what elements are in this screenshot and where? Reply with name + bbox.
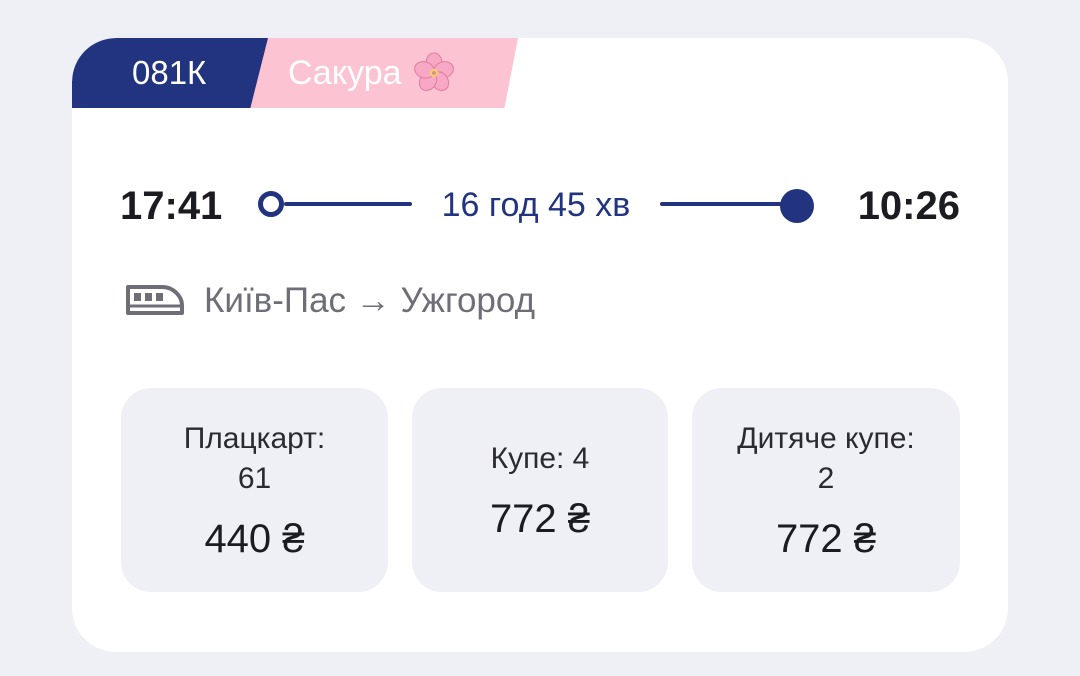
class-option-platskart[interactable]: Плацкарт: 61 440 ₴ [121,388,388,592]
train-tags: 081К Сакура [72,38,532,108]
train-number-badge: 081К [72,38,268,108]
timeline-segment-left [284,202,412,206]
cherry-blossom-icon [413,52,454,91]
class-price: 440 ₴ [204,516,305,561]
timeline-segment-right [660,202,784,206]
class-label: Купе: 4 [490,441,590,475]
train-name-badge: Сакура [248,38,518,108]
route-text: Київ-Пас → Ужгород [204,281,536,320]
class-price: 772 ₴ [489,496,591,541]
train-name: Сакура [288,53,402,92]
arrival-dot [780,189,814,223]
route-timeline: 16 год 45 хв [258,187,814,227]
route-stations: Київ-Пас → Ужгород [124,281,535,321]
train-icon [126,285,184,315]
arrival-time: 10:26 [857,184,960,228]
class-price: 772 ₴ [775,516,877,561]
train-card[interactable]: 081К Сакура 17:41 16 год 45 хв 10:26 Киї… [72,38,1008,652]
class-option-kupe[interactable]: Купе: 4 772 ₴ [412,388,668,592]
departure-dot [258,191,284,217]
class-option-kids-kupe[interactable]: Дитяче купе: 2 772 ₴ [692,388,960,592]
class-label: Дитяче купе: 2 [737,421,915,495]
trip-duration: 16 год 45 хв [441,186,631,224]
departure-time: 17:41 [120,184,223,228]
class-label: Плацкарт: 61 [183,421,326,495]
train-number: 081К [132,54,207,91]
